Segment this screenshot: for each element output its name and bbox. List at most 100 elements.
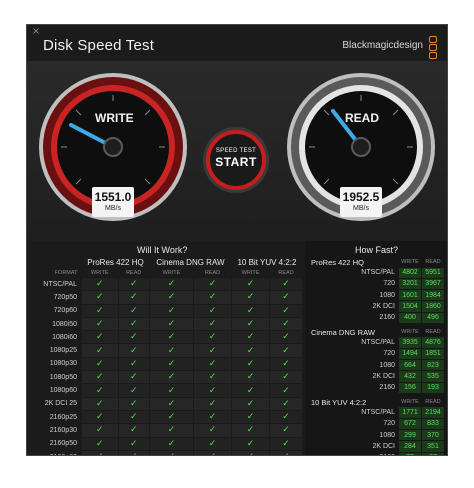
result-cell: ✓: [81, 370, 119, 385]
result-cell: ✓: [269, 356, 303, 372]
will-it-work-title: Will It Work?: [137, 245, 188, 255]
format-label: 2160p30: [49, 426, 77, 434]
checkmark-icon: ✓: [129, 319, 138, 330]
table-row: 1080 664 823: [307, 359, 445, 372]
resolution-label: 720: [383, 350, 395, 358]
checkmark-icon: ✓: [208, 438, 217, 449]
table-row: 1080 1601 1984: [307, 289, 445, 302]
result-cell: ✓: [117, 449, 150, 455]
result-cell: ✓: [193, 316, 232, 332]
result-cell: ✓: [230, 356, 271, 372]
format-label: 720p50: [53, 293, 77, 301]
result-cell: ✓: [148, 343, 195, 358]
read-value: 1952.5: [342, 190, 380, 204]
read-fps-value: 833: [421, 417, 445, 431]
checkmark-icon: ✓: [167, 292, 176, 303]
checkmark-icon: ✓: [282, 412, 290, 423]
table-row: 1080p25 ✓ ✓ ✓ ✓ ✓ ✓: [31, 343, 303, 358]
write-fps-value: 1601: [398, 289, 422, 302]
result-cell: ✓: [117, 436, 150, 451]
checkmark-icon: ✓: [208, 292, 217, 303]
brand-mark-icon: [429, 36, 437, 60]
table-row: 720 1494 1851: [307, 347, 445, 361]
write-fps-value: 3201: [398, 277, 422, 291]
table-row: 1080p50 ✓ ✓ ✓ ✓ ✓ ✓: [31, 370, 303, 385]
result-cell: ✓: [117, 396, 150, 411]
write-fps-value: 284: [398, 440, 422, 453]
checkmark-icon: ✓: [246, 425, 255, 436]
start-speed-test-button[interactable]: SPEED TEST START: [206, 130, 266, 190]
result-cell: ✓: [148, 316, 195, 332]
checkmark-icon: ✓: [246, 279, 255, 290]
resolution-label: NTSC/PAL: [361, 269, 395, 277]
format-column-header: FORMAT: [54, 269, 78, 276]
result-cell: ✓: [269, 449, 303, 455]
format-label: 1080p25: [49, 347, 77, 355]
result-cell: ✓: [117, 276, 150, 292]
checkmark-icon: ✓: [246, 319, 255, 330]
read-fps-value: 823: [421, 359, 445, 372]
read-fps-value: 496: [421, 311, 445, 324]
gauge-panel: WRITE 1551.0 MB/s READ 1952.5 MB/s SPEED…: [27, 61, 447, 241]
result-cell: ✓: [81, 436, 119, 451]
checkmark-icon: ✓: [129, 438, 138, 449]
checkmark-icon: ✓: [167, 398, 176, 409]
checkmark-icon: ✓: [129, 398, 138, 409]
checkmark-icon: ✓: [167, 425, 176, 436]
resolution-label: 1080: [379, 361, 395, 369]
table-row: 2K DCI 25 ✓ ✓ ✓ ✓ ✓ ✓: [31, 396, 303, 411]
format-label: 1080i50: [52, 320, 77, 328]
read-fps-value: 1851: [421, 347, 445, 361]
read-label: READ: [345, 111, 380, 125]
checkmark-icon: ✓: [167, 332, 176, 343]
checkmark-icon: ✓: [95, 305, 104, 316]
result-cell: ✓: [148, 409, 195, 425]
write-fps-value: 3935: [398, 336, 422, 349]
checkmark-icon: ✓: [95, 412, 104, 423]
checkmark-icon: ✓: [208, 372, 217, 383]
resolution-label: 2160: [379, 384, 395, 392]
checkmark-icon: ✓: [129, 425, 138, 436]
result-cell: ✓: [117, 316, 150, 332]
checkmark-icon: ✓: [246, 292, 255, 303]
result-cell: ✓: [269, 316, 303, 332]
checkmark-icon: ✓: [129, 345, 138, 356]
checkmark-icon: ✓: [167, 345, 176, 356]
read-readout: 1952.5 MB/s: [340, 187, 382, 217]
checkmark-icon: ✓: [208, 358, 217, 369]
result-cell: ✓: [117, 356, 150, 372]
write-fps-value: 70: [398, 451, 422, 455]
result-cell: ✓: [81, 330, 119, 345]
checkmark-icon: ✓: [95, 438, 104, 449]
checkmark-icon: ✓: [246, 305, 255, 316]
result-cell: ✓: [81, 303, 119, 318]
result-cell: ✓: [230, 449, 271, 455]
table-row: 1080p30 ✓ ✓ ✓ ✓ ✓ ✓: [31, 356, 303, 372]
write-fps-value: 4802: [398, 266, 422, 279]
result-cell: ✓: [230, 290, 271, 305]
how-fast-group-header: 10 Bit YUV 4:2:2 WRITE READ: [307, 398, 445, 407]
checkmark-icon: ✓: [208, 425, 217, 436]
result-cell: ✓: [193, 276, 232, 292]
result-cell: ✓: [148, 290, 195, 305]
how-fast-group-header: Cinema DNG RAW WRITE READ: [307, 328, 445, 337]
result-cell: ✓: [81, 396, 119, 411]
checkmark-icon: ✓: [208, 345, 217, 356]
result-cell: ✓: [81, 449, 119, 455]
close-icon[interactable]: ×: [31, 27, 41, 37]
result-cell: ✓: [148, 330, 195, 345]
write-column-header: WRITE: [401, 329, 419, 336]
checkmark-icon: ✓: [95, 372, 104, 383]
result-cell: ✓: [193, 449, 232, 455]
format-label: 2K DCI 25: [44, 400, 77, 408]
result-cell: ✓: [269, 396, 303, 411]
checkmark-icon: ✓: [208, 385, 217, 396]
checkmark-icon: ✓: [246, 358, 255, 369]
write-column-header: WRITE: [90, 269, 109, 276]
result-cell: ✓: [269, 423, 303, 438]
resolution-label: 720: [383, 420, 395, 428]
result-cell: ✓: [230, 276, 271, 292]
result-cell: ✓: [230, 383, 271, 398]
read-fps-value: 4876: [421, 336, 445, 349]
write-fps-value: 672: [398, 417, 422, 431]
